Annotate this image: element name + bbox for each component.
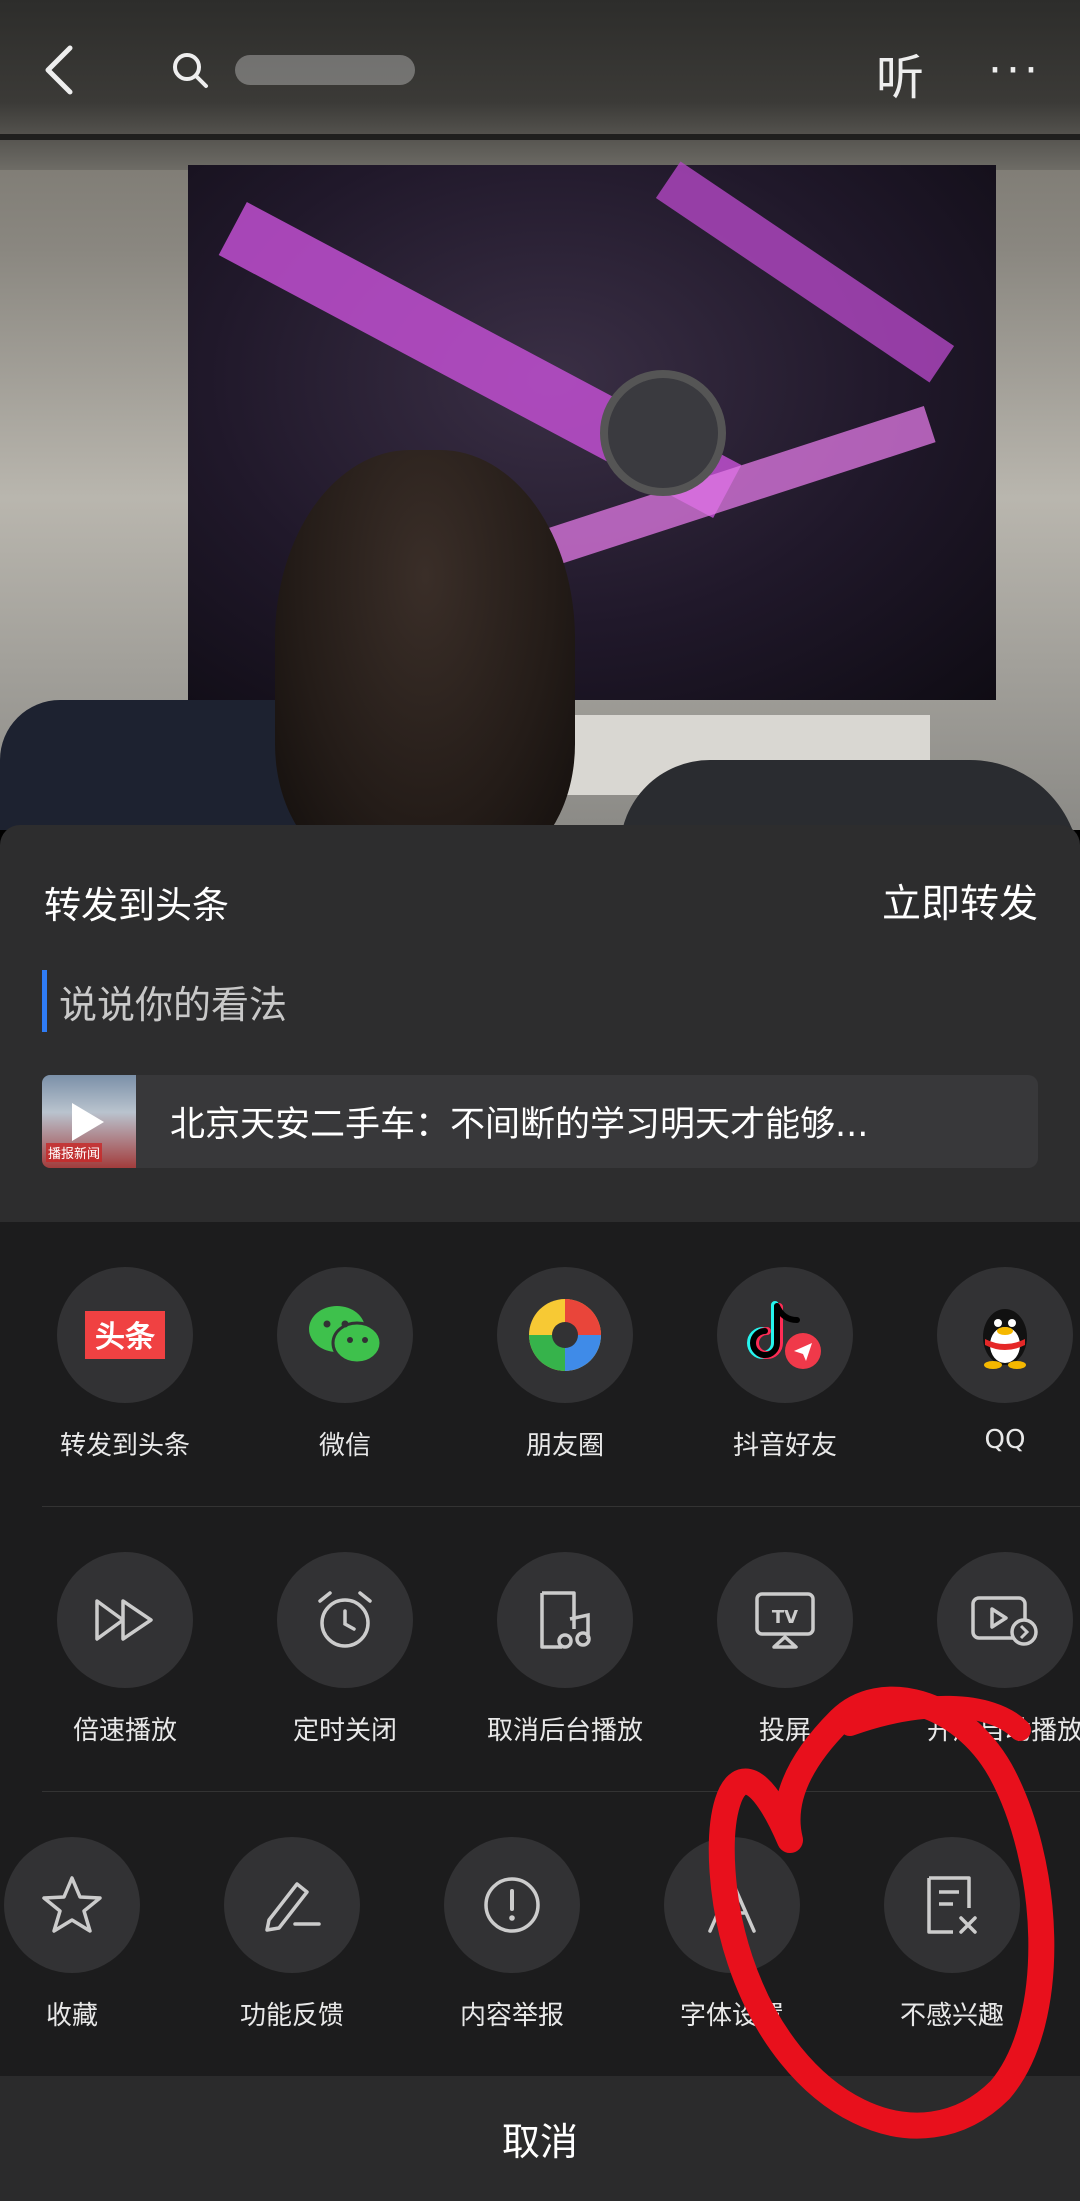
moments-icon [497,1267,633,1403]
cancel-background-play-label: 取消后台播放 [486,1716,643,1746]
divider [42,1506,1080,1507]
feedback-button[interactable]: 功能反馈 [192,1837,392,2032]
share-moments-label: 朋友圈 [525,1431,604,1461]
cast-screen-label: 投屏 [758,1716,811,1746]
share-sheet: 头条 转发到头条 微信 朋友圈 抖音好友 QQ 倍速播放 定时关闭 取消后台播放… [0,1222,1080,2080]
tv-cast-icon: TV [717,1552,853,1688]
car [620,760,1080,830]
toutiao-icon: 头条 [57,1267,193,1403]
report-exclamation-icon [444,1837,580,1973]
cast-screen-button[interactable]: TV 投屏 [685,1552,885,1747]
feedback-label: 功能反馈 [239,2001,344,2031]
share-toutiao[interactable]: 头条 转发到头条 [25,1267,225,1462]
share-douyin-label: 抖音好友 [732,1431,837,1461]
report-button[interactable]: 内容举报 [412,1837,612,2032]
play-icon [72,1103,104,1141]
person-head [275,450,575,830]
douyin-icon [717,1267,853,1403]
share-targets-row: 头条 转发到头条 微信 朋友圈 抖音好友 QQ [0,1267,1080,1487]
svg-text:TV: TV [772,1607,798,1628]
share-moments[interactable]: 朋友圈 [465,1267,665,1462]
star-icon [4,1837,140,1973]
article-thumbnail: 播报新闻 [42,1075,136,1168]
svg-text:头条: 头条 [95,1320,155,1355]
alarm-clock-icon [277,1552,413,1688]
back-icon[interactable] [30,40,90,100]
favorite-label: 收藏 [45,2001,98,2031]
report-label: 内容举报 [459,2001,564,2031]
listen-button[interactable]: 听 [860,38,940,108]
share-qq-label: QQ [984,1425,1026,1455]
wechat-icon [277,1267,413,1403]
share-toutiao-label: 转发到头条 [59,1431,190,1461]
playback-speed-label: 倍速播放 [72,1716,177,1746]
share-wechat-label: 微信 [318,1431,371,1461]
search-icon[interactable] [160,40,220,100]
not-interested-label: 不感兴趣 [899,2001,1004,2031]
more-button[interactable]: ··· [975,40,1055,100]
sleep-timer-label: 定时关闭 [292,1716,397,1746]
autoplay-button[interactable]: 开启自动播放 [905,1552,1080,1747]
autoplay-icon [937,1552,1073,1688]
edit-pencil-icon [224,1837,360,1973]
not-interested-icon [884,1837,1020,1973]
sleep-timer-button[interactable]: 定时关闭 [245,1552,445,1747]
opinion-input[interactable]: 说说你的看法 [42,970,287,1032]
not-interested-button[interactable]: 不感兴趣 [852,1837,1052,2032]
search-query-blurred[interactable] [235,55,415,85]
repost-panel: 转发到头条 立即转发 说说你的看法 播报新闻 北京天安二手车：不间断的学习明天才… [0,825,1080,1223]
top-bar: 听 ··· [0,0,1080,140]
share-qq[interactable]: QQ [905,1267,1080,1455]
font-settings-label: 字体设置 [679,2001,784,2031]
repost-now-button[interactable]: 立即转发 [882,873,1038,929]
screen-logo [600,370,726,496]
repost-title: 转发到头条 [44,884,229,927]
qq-icon [937,1267,1073,1403]
autoplay-label: 开启自动播放 [926,1716,1080,1746]
share-wechat[interactable]: 微信 [245,1267,445,1462]
cancel-button[interactable]: 取消 [0,2076,1080,2201]
article-preview[interactable]: 播报新闻 北京天安二手车：不间断的学习明天才能够... [42,1075,1038,1168]
thumb-caption: 播报新闻 [46,1143,103,1162]
favorite-button[interactable]: 收藏 [0,1837,172,2032]
font-icon [664,1837,800,1973]
font-settings-button[interactable]: 字体设置 [632,1837,832,2032]
tools-row: 倍速播放 定时关闭 取消后台播放 TV 投屏 开启自动播放 [0,1552,1080,1772]
fast-forward-icon [57,1552,193,1688]
playback-speed-button[interactable]: 倍速播放 [25,1552,225,1747]
share-douyin[interactable]: 抖音好友 [685,1267,885,1462]
article-title: 北京天安二手车：不间断的学习明天才能够... [170,1105,869,1145]
actions-row: 收藏 功能反馈 内容举报 字体设置 不感兴趣 [0,1837,1080,2057]
divider [42,1791,1080,1792]
music-file-icon [497,1552,633,1688]
cancel-background-play-button[interactable]: 取消后台播放 [465,1552,665,1747]
